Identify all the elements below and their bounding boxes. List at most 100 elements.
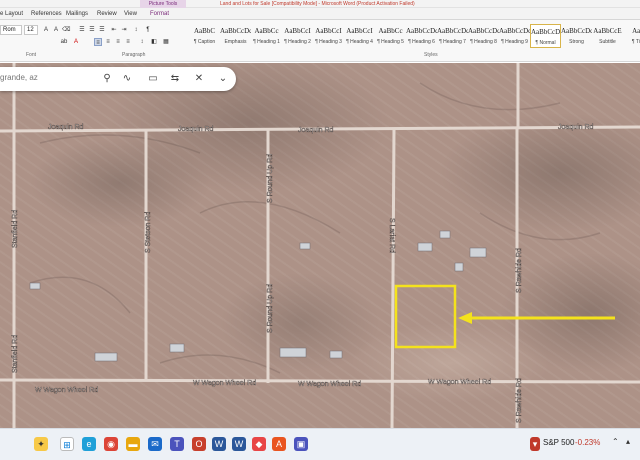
style-name: ¶ Heading 3 — [315, 39, 342, 45]
bullets-icon[interactable]: ☰ — [78, 26, 86, 34]
style-preview: AaBbCc — [378, 27, 403, 35]
aerial-map: Joaquin Rd Joaquin Rd Joaquin Rd Joaquin… — [0, 63, 640, 428]
map-view[interactable]: Joaquin Rd Joaquin Rd Joaquin Rd Joaquin… — [0, 63, 640, 428]
style-preview: AaBbCcDc — [531, 28, 561, 36]
route-icon[interactable]: ∿ — [120, 72, 134, 86]
font-color-icon[interactable]: A — [72, 38, 80, 46]
style-preview: AaBbCcDc — [437, 27, 468, 35]
location-pin-icon[interactable]: ⚲ — [100, 72, 114, 86]
shrink-font-icon[interactable]: A — [52, 26, 60, 34]
office-icon[interactable]: O — [192, 437, 206, 451]
road-label: S Rawhide Rd — [516, 378, 523, 423]
road-label: S Stetson Rd — [145, 212, 152, 253]
font-group-label: Font — [26, 52, 37, 58]
decrease-indent-icon[interactable]: ⇤ — [110, 26, 118, 34]
style-caption[interactable]: AaBbC ¶ Caption — [189, 24, 220, 48]
chevron-down-icon[interactable]: ⌄ — [216, 72, 230, 86]
mail-icon[interactable]: ✉ — [148, 437, 162, 451]
roads — [0, 63, 640, 428]
style-name: ¶ Heading 9 — [501, 39, 528, 45]
style-strong[interactable]: AaBbCcDd Strong — [561, 24, 592, 48]
measure-icon[interactable]: ⇆ — [168, 72, 182, 86]
style-preview: AaBbCc — [254, 27, 279, 35]
justify-icon[interactable]: ≡ — [124, 38, 132, 46]
style-heading-9[interactable]: AaBbCcDc ¶ Heading 9 — [499, 24, 530, 48]
title-bar: Picture Tools Land and Lots for Sale [Co… — [0, 0, 640, 8]
font-name-box[interactable]: Rom — [0, 25, 22, 35]
style-heading-7[interactable]: AaBbCcDc ¶ Heading 7 — [437, 24, 468, 48]
road-label: Joaquin Rd — [178, 126, 214, 133]
tray-chevron-icon[interactable]: ⌃ — [612, 437, 619, 446]
style-heading-8[interactable]: AaBbCcDc ¶ Heading 8 — [468, 24, 499, 48]
tab-view[interactable]: View — [124, 8, 137, 20]
acrobat-icon[interactable]: A — [272, 437, 286, 451]
align-right-icon[interactable]: ≡ — [114, 38, 122, 46]
more-icon[interactable]: ✕ — [192, 72, 206, 86]
style-subtitle[interactable]: AaBbCcE Subtitle — [592, 24, 623, 48]
style-heading-3[interactable]: AaBbCcI ¶ Heading 3 — [313, 24, 344, 48]
stock-icon: ▾ — [530, 437, 540, 451]
word-icon[interactable]: W — [212, 437, 226, 451]
app-icon-2[interactable]: ▣ — [294, 437, 308, 451]
style-name: ¶ Heading 8 — [470, 39, 497, 45]
align-center-icon[interactable]: ≡ — [104, 38, 112, 46]
sort-icon[interactable]: ↕ — [132, 26, 140, 34]
highlight-color-icon[interactable]: ab — [60, 38, 68, 46]
chrome-icon[interactable]: ◉ — [104, 437, 118, 451]
windows-start-icon[interactable]: ⊞ — [60, 437, 74, 451]
road-label: S Lariat Rd — [388, 218, 395, 253]
style-preview: AaBbCcE — [593, 27, 622, 35]
grow-font-icon[interactable]: A — [42, 26, 50, 34]
style-heading-2[interactable]: AaBbCcI ¶ Heading 2 — [282, 24, 313, 48]
style-name: ¶ Title — [631, 39, 640, 45]
style-title[interactable]: AaB ¶ Title — [623, 24, 640, 48]
edge-icon[interactable]: e — [82, 437, 96, 451]
road-label: W Wagon Wheel Rd — [428, 379, 491, 386]
picture-tools-tab[interactable]: Picture Tools — [140, 0, 186, 8]
road-label: S Round Up Rd — [267, 154, 274, 203]
tab-page-layout[interactable]: e Layout — [0, 8, 23, 20]
tab-mailings[interactable]: Mailings — [66, 8, 88, 20]
road-label: S Rawhide Rd — [516, 248, 523, 293]
line-spacing-icon[interactable]: ↕ — [138, 38, 146, 46]
directions-icon[interactable]: ▭ — [146, 72, 160, 86]
network-icon[interactable]: ▴ — [626, 437, 630, 446]
style-name: ¶ Heading 5 — [377, 39, 404, 45]
multilevel-list-icon[interactable]: ☰ — [98, 26, 106, 34]
style-heading-5[interactable]: AaBbCc ¶ Heading 5 — [375, 24, 406, 48]
style-name: Subtitle — [599, 39, 616, 45]
style-name: ¶ Normal — [535, 40, 556, 46]
road-label: Joaquin Rd — [48, 124, 84, 131]
tab-references[interactable]: References — [31, 8, 62, 20]
numbering-icon[interactable]: ☰ — [88, 26, 96, 34]
style-heading-6[interactable]: AaBbCcDc ¶ Heading 6 — [406, 24, 437, 48]
increase-indent-icon[interactable]: ⇥ — [120, 26, 128, 34]
style-preview: AaBbCcDc — [468, 27, 499, 35]
style-heading-1[interactable]: AaBbCc ¶ Heading 1 — [251, 24, 282, 48]
style-heading-4[interactable]: AaBbCcI ¶ Heading 4 — [344, 24, 375, 48]
highlight-box — [394, 284, 457, 349]
tab-review[interactable]: Review — [97, 8, 117, 20]
word-icon-2[interactable]: W — [232, 437, 246, 451]
font-size-box[interactable]: 12 — [24, 25, 38, 35]
style-normal[interactable]: AaBbCcDc ¶ Normal — [530, 24, 561, 48]
road-label: S Round Up Rd — [267, 284, 274, 333]
style-name: ¶ Heading 7 — [439, 39, 466, 45]
style-preview: AaBbCcI — [346, 27, 373, 35]
widgets-icon[interactable]: ✦ — [34, 437, 48, 451]
clear-format-icon[interactable]: ⌫ — [62, 26, 70, 34]
shading-icon[interactable]: ◧ — [150, 38, 158, 46]
ribbon-tabs: e Layout References Mailings Review View… — [0, 8, 640, 22]
file-explorer-icon[interactable]: ▬ — [126, 437, 140, 451]
search-input[interactable]: grande, az — [0, 73, 38, 82]
align-left-icon[interactable]: ≡ — [94, 38, 102, 46]
styles-group-label: Styles — [424, 52, 438, 58]
app-icon[interactable]: ◆ — [252, 437, 266, 451]
stock-change: -0.23% — [575, 438, 601, 447]
borders-icon[interactable]: ▦ — [162, 38, 170, 46]
style-emphasis[interactable]: AaBbCcDc Emphasis — [220, 24, 251, 48]
teams-icon[interactable]: T — [170, 437, 184, 451]
show-marks-icon[interactable]: ¶ — [144, 26, 152, 34]
buildings — [29, 230, 487, 362]
document-title: Land and Lots for Sale [Compatibility Mo… — [220, 1, 415, 7]
